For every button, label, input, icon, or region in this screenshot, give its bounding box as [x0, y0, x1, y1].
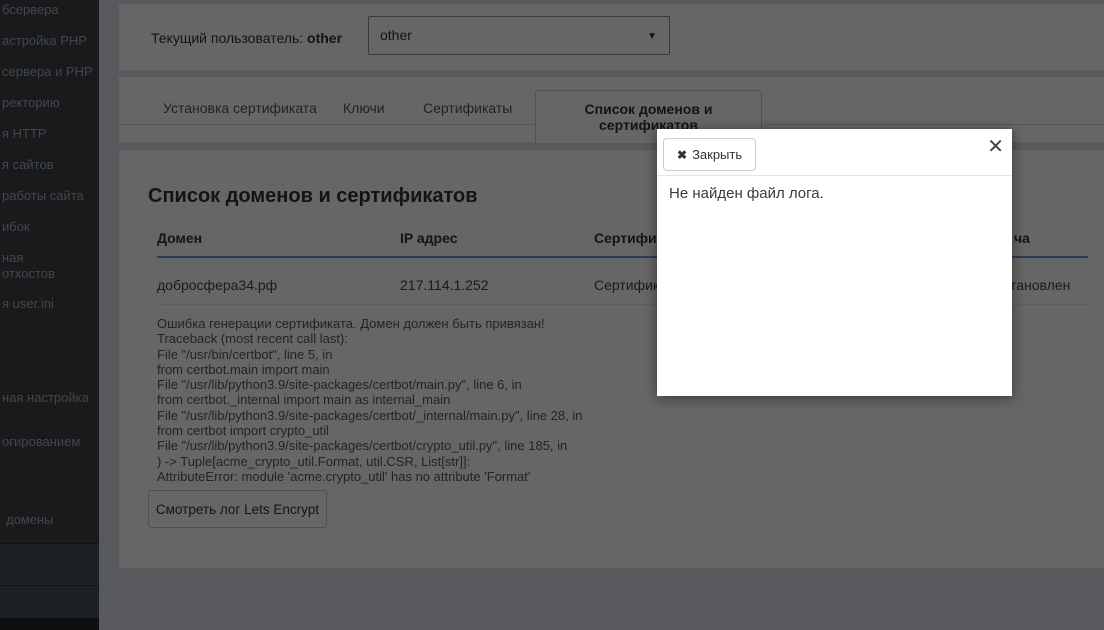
- modal-close-button-label: Закрыть: [692, 147, 742, 162]
- modal-close-button[interactable]: ✖ Закрыть: [663, 138, 756, 171]
- close-icon[interactable]: ✕: [987, 133, 1004, 161]
- app-screen: бсервера астройка PHP сервера и PHP рект…: [0, 0, 1104, 630]
- log-modal: ✖ Закрыть ✕ Не найден файл лога.: [657, 129, 1012, 396]
- close-x-icon: ✖: [677, 148, 687, 162]
- log-modal-header: ✖ Закрыть ✕: [657, 129, 1012, 176]
- modal-body-text: Не найден файл лога.: [669, 185, 824, 202]
